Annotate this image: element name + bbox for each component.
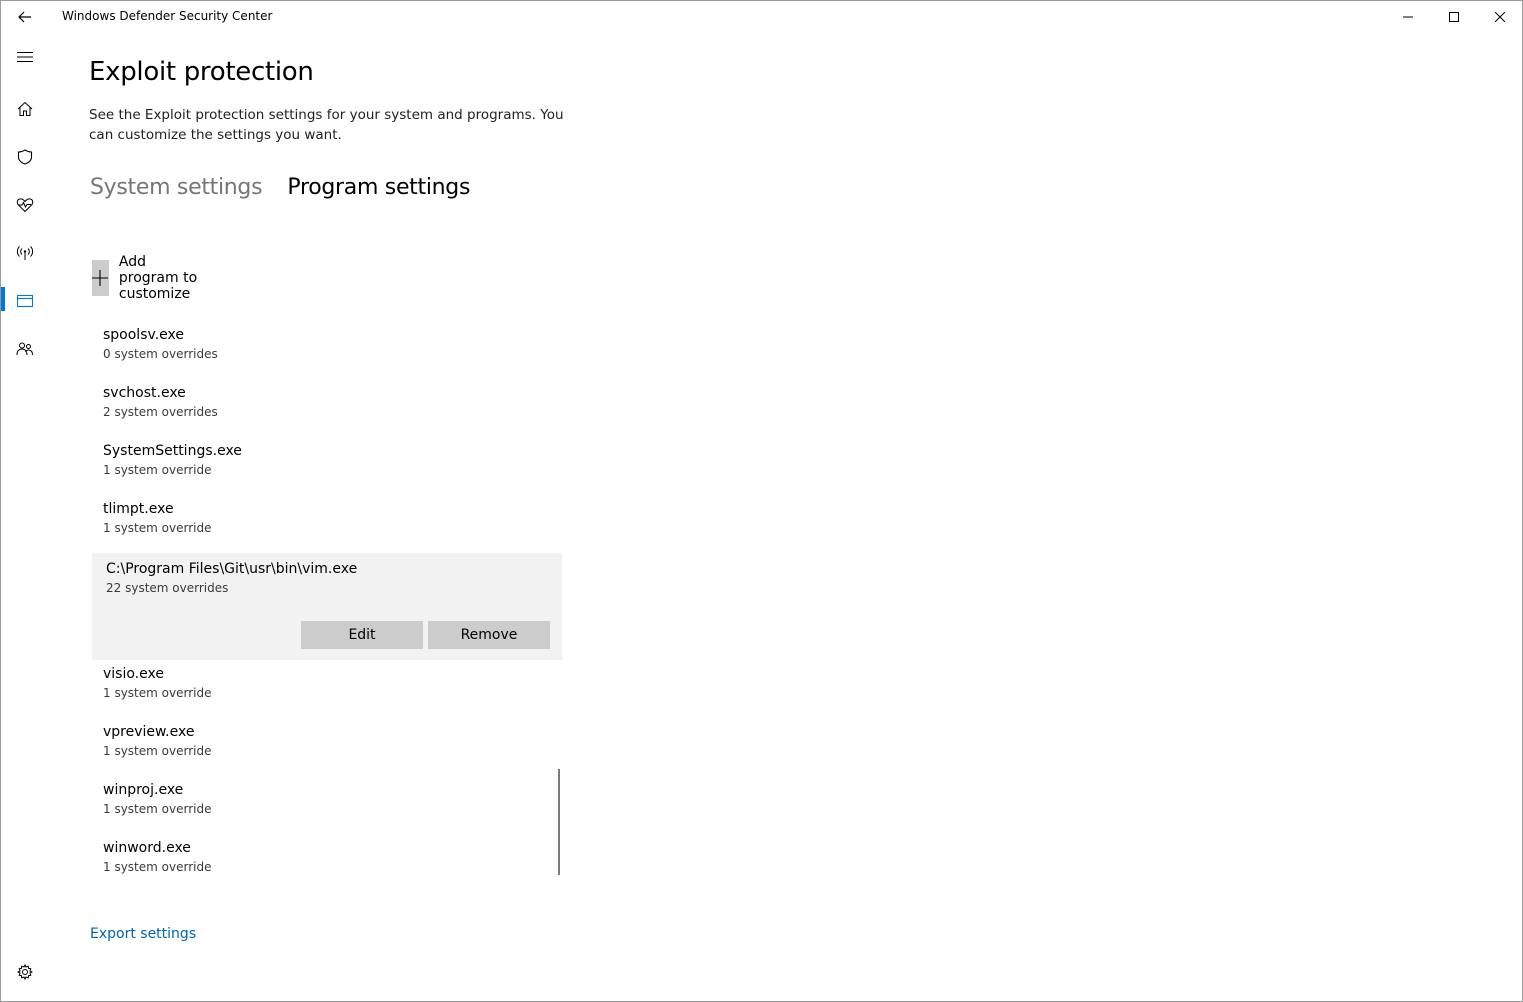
family-icon [16,341,34,357]
edit-button[interactable]: Edit [301,621,423,649]
page-title: Exploit protection [89,57,314,87]
back-button[interactable] [1,1,49,33]
program-name: visio.exe [103,666,164,682]
list-item[interactable]: winword.exe 1 system override [92,834,562,892]
left-nav [1,33,49,1001]
program-overrides: 1 system override [103,860,212,874]
page-description: See the Exploit protection settings for … [89,107,564,143]
nav-device-health[interactable] [1,181,49,229]
add-program-icon-box [92,260,109,296]
maximize-icon [1449,12,1459,22]
tab-program-settings[interactable]: Program settings [287,175,470,200]
program-overrides: 1 system override [103,521,212,535]
tab-system-settings[interactable]: System settings [90,175,263,200]
list-item[interactable]: tlimpt.exe 1 system override [92,495,562,553]
program-overrides: 1 system override [103,802,212,816]
nav-menu-button[interactable] [1,33,49,81]
list-item-selected[interactable]: C:\Program Files\Git\usr\bin\vim.exe 22 … [92,553,562,660]
program-overrides: 1 system override [103,744,212,758]
gear-icon [17,964,33,980]
browser-window-icon [17,294,33,308]
remove-button[interactable]: Remove [428,621,550,649]
program-name: svchost.exe [103,385,186,401]
program-overrides: 1 system override [103,686,212,700]
program-overrides: 1 system override [103,463,212,477]
minimize-icon [1403,12,1413,22]
item-actions: Edit Remove [301,621,550,649]
add-program-label: Add program to customize [118,254,198,302]
export-settings-link[interactable]: Export settings [90,926,196,942]
heart-pulse-icon [16,197,34,213]
program-name: spoolsv.exe [103,327,184,343]
program-name: vpreview.exe [103,724,195,740]
list-item[interactable]: winproj.exe 1 system override [92,776,562,834]
list-item[interactable]: visio.exe 1 system override [92,660,562,718]
program-overrides: 2 system overrides [103,405,218,419]
program-list: spoolsv.exe 0 system overrides svchost.e… [92,321,562,892]
list-item[interactable]: spoolsv.exe 0 system overrides [92,321,562,379]
plus-icon [92,270,109,286]
title-bar: Windows Defender Security Center [1,1,1522,33]
shield-icon [17,149,33,165]
list-scrollbar[interactable] [558,769,560,875]
nav-family-options[interactable] [1,325,49,373]
close-icon [1495,12,1505,22]
nav-settings[interactable] [1,948,49,996]
maximize-button[interactable] [1431,1,1477,33]
close-button[interactable] [1477,1,1523,33]
nav-app-browser-control[interactable] [1,277,49,325]
list-item[interactable]: svchost.exe 2 system overrides [92,379,562,437]
program-name: winword.exe [103,840,191,856]
program-name: tlimpt.exe [103,501,174,517]
hamburger-icon [17,51,33,63]
settings-tabs: System settings Program settings [90,175,490,200]
nav-firewall-network[interactable] [1,229,49,277]
list-item[interactable]: vpreview.exe 1 system override [92,718,562,776]
program-overrides: 0 system overrides [103,347,218,361]
nav-virus-protection[interactable] [1,133,49,181]
nav-home[interactable] [1,85,49,133]
program-name: C:\Program Files\Git\usr\bin\vim.exe [106,561,358,577]
program-name: SystemSettings.exe [103,443,242,459]
add-program-button[interactable]: Add program to customize [92,254,208,302]
program-overrides: 22 system overrides [106,581,229,595]
home-icon [17,101,33,117]
window-title: Windows Defender Security Center [62,9,273,23]
back-arrow-icon [18,11,32,23]
program-name: winproj.exe [103,782,184,798]
wireless-antenna-icon [16,245,34,261]
list-item[interactable]: SystemSettings.exe 1 system override [92,437,562,495]
minimize-button[interactable] [1385,1,1431,33]
app-window: Windows Defender Security Center Exploit… [0,0,1523,1002]
